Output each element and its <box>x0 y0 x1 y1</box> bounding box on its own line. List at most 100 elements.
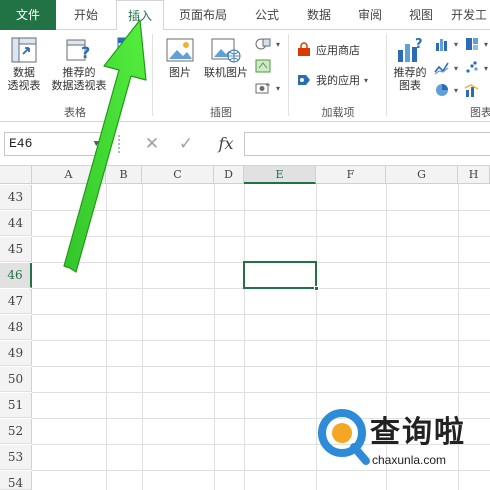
hierarchy-chart-caret-icon: ▾ <box>484 39 489 49</box>
smartart-button[interactable] <box>254 58 272 74</box>
grid-line <box>32 366 490 367</box>
grid-line <box>32 392 490 393</box>
pie-chart-icon <box>436 84 448 96</box>
column-header-c[interactable]: C <box>142 166 214 184</box>
column-header-b[interactable]: B <box>106 166 142 184</box>
name-box[interactable]: E46 ▼ <box>4 132 104 156</box>
pie-chart-caret-icon: ▾ <box>454 85 459 95</box>
pie-chart-button[interactable]: ▾ <box>434 82 458 98</box>
select-all-corner[interactable] <box>0 166 32 184</box>
row-header-46[interactable]: 46 <box>0 263 32 288</box>
my-apps-caret-icon: ▾ <box>364 75 369 85</box>
app-store-label: 应用商店 <box>316 44 360 57</box>
screenshot-caret-icon: ▾ <box>276 83 281 93</box>
screenshot-button[interactable]: ▾ <box>254 80 280 96</box>
tab-page-layout[interactable]: 页面布局 <box>164 0 242 30</box>
addins-group-label: 加载项 <box>321 106 355 119</box>
line-chart-button[interactable]: ▾ <box>434 60 458 76</box>
pictures-button[interactable]: 图片 <box>160 36 200 79</box>
grid-line <box>32 210 490 211</box>
my-apps-icon <box>298 75 310 85</box>
enter-check-icon[interactable]: ✓ <box>174 132 198 156</box>
insert-function-icon[interactable]: fx <box>212 132 240 156</box>
formula-input[interactable] <box>244 132 490 156</box>
column-chart-icon <box>436 39 447 51</box>
shapes-caret-icon: ▾ <box>276 39 281 49</box>
tab-review[interactable]: 审阅 <box>346 0 394 30</box>
grid-line <box>32 314 490 315</box>
svg-text:?: ? <box>415 37 423 52</box>
watermark-subtitle: chaxunla.com <box>372 453 447 467</box>
grid-line <box>32 340 490 341</box>
shapes-button[interactable]: ▾ <box>254 36 280 52</box>
table-button[interactable] <box>114 36 144 66</box>
row-header-54[interactable]: 54 <box>0 471 32 490</box>
online-pictures-button[interactable]: 联机图片 <box>200 36 252 79</box>
pivot-table-button[interactable]: 数据 透视表 <box>4 36 44 92</box>
ribbon-separator <box>386 34 387 116</box>
tab-file[interactable]: 文件 <box>0 0 56 30</box>
my-apps-label: 我的应用 <box>316 74 360 87</box>
recommended-charts-button[interactable]: ? 推荐的 图表 <box>390 36 430 92</box>
hierarchy-chart-icon <box>466 38 478 50</box>
column-header-d[interactable]: D <box>214 166 244 184</box>
row-header-44[interactable]: 44 <box>0 211 32 236</box>
tab-insert[interactable]: 插入 <box>116 0 164 31</box>
scatter-chart-icon <box>466 61 478 73</box>
online-picture-icon <box>211 38 241 63</box>
row-header-49[interactable]: 49 <box>0 341 32 366</box>
my-apps-button[interactable]: 我的应用 ▾ <box>296 72 368 88</box>
row-header-51[interactable]: 51 <box>0 393 32 418</box>
row-header-45[interactable]: 45 <box>0 237 32 262</box>
scatter-chart-caret-icon: ▾ <box>484 63 489 73</box>
name-box-dropdown-icon[interactable]: ▼ <box>94 133 99 155</box>
column-header-e[interactable]: E <box>244 166 316 184</box>
pivot-table-icon <box>11 37 37 63</box>
svg-text:?: ? <box>81 43 90 62</box>
column-header-f[interactable]: F <box>316 166 386 184</box>
recommended-charts-label-2: 图表 <box>399 79 421 92</box>
tables-group-label: 表格 <box>64 106 86 119</box>
ribbon-separator <box>152 34 153 116</box>
grid-line <box>32 236 490 237</box>
tab-view[interactable]: 视图 <box>394 0 448 30</box>
pictures-label: 图片 <box>169 66 191 79</box>
pivot-table-label-2: 透视表 <box>7 79 41 92</box>
online-pictures-label: 联机图片 <box>204 66 248 79</box>
screenshot-icon <box>255 83 270 94</box>
tab-developer[interactable]: 开发工 <box>448 0 490 30</box>
column-header-h[interactable]: H <box>458 166 490 184</box>
row-header-53[interactable]: 53 <box>0 445 32 470</box>
recommended-pivot-icon: ? <box>66 39 90 62</box>
recommended-pivot-label-1: 推荐的 <box>62 66 96 79</box>
tab-home[interactable]: 开始 <box>56 0 116 30</box>
column-chart-button[interactable]: ▾ <box>434 36 458 52</box>
watermark-logo-icon <box>318 409 370 465</box>
recommended-pivot-button[interactable]: ? 推荐的 数据透视表 <box>48 36 110 92</box>
ribbon-separator <box>288 34 289 116</box>
combo-chart-icon <box>464 84 479 97</box>
tab-data[interactable]: 数据 <box>292 0 346 30</box>
cancel-icon[interactable]: ✕ <box>140 132 164 156</box>
formula-bar-splitter[interactable] <box>118 135 122 153</box>
row-header-47[interactable]: 47 <box>0 289 32 314</box>
app-store-button[interactable]: 应用商店 <box>296 42 360 58</box>
row-header-52[interactable]: 52 <box>0 419 32 444</box>
row-header-48[interactable]: 48 <box>0 315 32 340</box>
active-cell[interactable] <box>243 261 319 291</box>
watermark-title: 查询啦 <box>370 415 466 450</box>
row-header-50[interactable]: 50 <box>0 367 32 392</box>
column-chart-caret-icon: ▾ <box>454 39 459 49</box>
line-chart-icon <box>434 62 449 75</box>
illustrations-group-label: 插图 <box>210 106 232 119</box>
smartart-icon <box>255 59 271 73</box>
picture-icon <box>166 38 194 62</box>
scatter-chart-button[interactable]: ▾ <box>464 60 488 76</box>
fill-handle[interactable] <box>314 286 319 291</box>
combo-chart-button[interactable] <box>464 82 480 98</box>
hierarchy-chart-button[interactable]: ▾ <box>464 36 488 52</box>
column-header-a[interactable]: A <box>32 166 106 184</box>
column-header-g[interactable]: G <box>386 166 458 184</box>
row-header-43[interactable]: 43 <box>0 185 32 210</box>
tab-formulas[interactable]: 公式 <box>242 0 292 30</box>
